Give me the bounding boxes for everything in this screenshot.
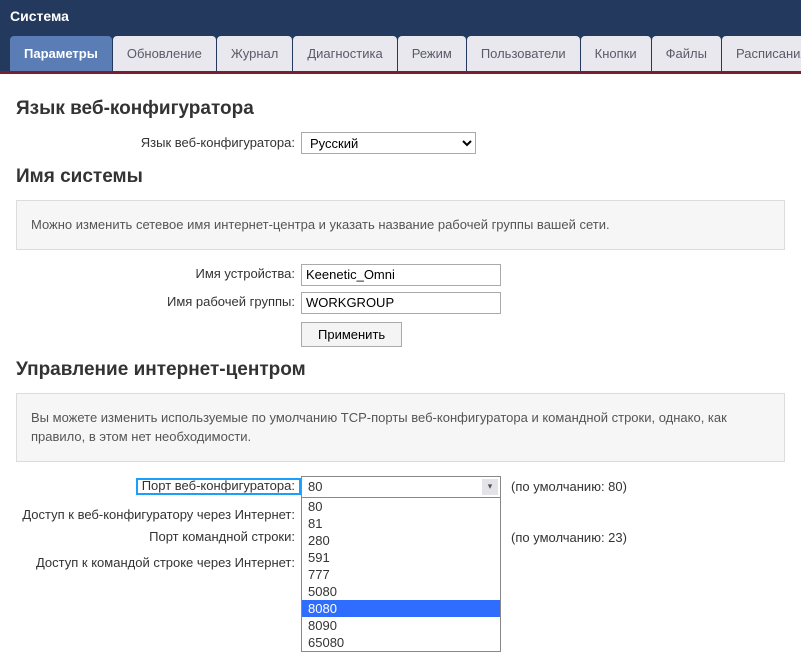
web-port-option[interactable]: 8090 xyxy=(302,617,500,634)
language-label: Язык веб-конфигуратора: xyxy=(16,135,301,152)
apply-button[interactable]: Применить xyxy=(301,322,402,347)
web-port-value: 80 xyxy=(308,479,322,494)
tab-update[interactable]: Обновление xyxy=(113,36,216,71)
tab-parameters[interactable]: Параметры xyxy=(10,36,112,71)
web-port-option[interactable]: 81 xyxy=(302,515,500,532)
tab-diagnostics[interactable]: Диагностика xyxy=(293,36,396,71)
workgroup-label: Имя рабочей группы: xyxy=(16,294,301,311)
workgroup-input[interactable] xyxy=(301,292,501,314)
cli-port-default-hint: (по умолчанию: 23) xyxy=(511,530,627,545)
tab-schedules[interactable]: Расписания xyxy=(722,36,801,71)
cli-port-label: Порт командной строки: xyxy=(16,529,301,546)
tab-users[interactable]: Пользователи xyxy=(467,36,580,71)
web-port-option[interactable]: 280 xyxy=(302,532,500,549)
web-port-dropdown-list: 80 81 280 591 777 5080 8080 8090 65080 xyxy=(301,498,501,652)
device-name-input[interactable] xyxy=(301,264,501,286)
management-hint: Вы можете изменить используемые по умолч… xyxy=(16,393,785,462)
section-heading-management: Управление интернет-центром xyxy=(16,359,785,381)
web-port-option[interactable]: 8080 xyxy=(302,600,500,617)
web-port-label: Порт веб-конфигуратора: xyxy=(136,478,301,495)
tab-mode[interactable]: Режим xyxy=(398,36,466,71)
tab-buttons[interactable]: Кнопки xyxy=(581,36,651,71)
system-name-hint: Можно изменить сетевое имя интернет-цент… xyxy=(16,200,785,250)
web-port-option[interactable]: 65080 xyxy=(302,634,500,651)
device-name-label: Имя устройства: xyxy=(16,266,301,283)
page-header: Система xyxy=(0,0,801,36)
section-heading-language: Язык веб-конфигуратора xyxy=(16,98,785,120)
content-area: Язык веб-конфигуратора Язык веб-конфигур… xyxy=(0,74,801,572)
tabs-bar: Параметры Обновление Журнал Диагностика … xyxy=(0,36,801,74)
tab-files[interactable]: Файлы xyxy=(652,36,721,71)
web-port-option[interactable]: 80 xyxy=(302,498,500,515)
tab-journal[interactable]: Журнал xyxy=(217,36,292,71)
language-select[interactable]: Русский xyxy=(301,132,476,154)
section-heading-system-name: Имя системы xyxy=(16,166,785,188)
cli-access-label: Доступ к командой строке через Интернет: xyxy=(16,552,301,572)
chevron-down-icon: ▾ xyxy=(482,479,498,495)
web-port-default-hint: (по умолчанию: 80) xyxy=(511,479,627,494)
web-port-option[interactable]: 777 xyxy=(302,566,500,583)
web-access-label: Доступ к веб-конфигуратору через Интерне… xyxy=(16,504,301,524)
web-port-select[interactable]: 80 ▾ 80 81 280 591 777 5080 8080 8090 65… xyxy=(301,476,501,498)
web-port-option[interactable]: 591 xyxy=(302,549,500,566)
page-title: Система xyxy=(10,8,69,24)
web-port-option[interactable]: 5080 xyxy=(302,583,500,600)
